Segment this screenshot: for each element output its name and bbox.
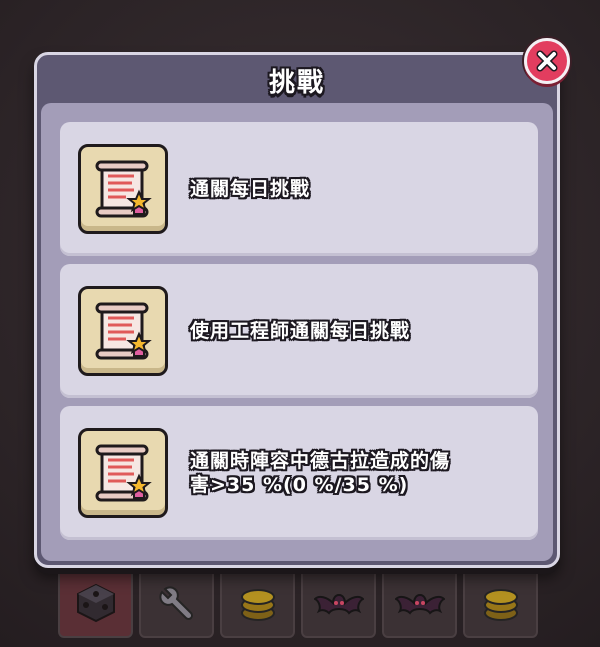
task-label: 通關時陣容中德古拉造成的傷 害>35 %(0 %/35 %)	[190, 450, 451, 496]
background-slot	[58, 568, 133, 638]
modal-title: 挑戰	[268, 67, 325, 98]
task-card: 通關時陣容中德古拉造成的傷 害>35 %(0 %/35 %)	[60, 406, 538, 540]
close-x-icon	[536, 50, 558, 72]
task-card: 通關每日挑戰	[60, 122, 538, 256]
background-slot	[220, 568, 295, 638]
scroll-star-icon	[95, 302, 152, 360]
dice-icon	[76, 583, 115, 623]
bat-icon	[394, 593, 445, 615]
wrench-icon	[158, 586, 193, 621]
background-item-bar	[58, 568, 538, 638]
background-slot	[382, 568, 457, 638]
bat-icon	[313, 593, 364, 615]
modal-header: 挑戰	[37, 55, 557, 105]
background-slot	[463, 568, 538, 638]
coin-stack-icon	[240, 589, 275, 621]
close-button[interactable]	[524, 38, 570, 84]
coin-stack-icon	[483, 589, 518, 621]
task-card: 使用工程師通關每日挑戰	[60, 264, 538, 398]
background-slot	[301, 568, 376, 638]
task-icon-frame	[78, 428, 168, 518]
task-label: 通關每日挑戰	[190, 178, 311, 200]
task-icon-frame	[78, 144, 168, 234]
task-label: 使用工程師通關每日挑戰	[190, 320, 411, 342]
task-icon-frame	[78, 286, 168, 376]
scroll-star-icon	[95, 444, 152, 502]
background-slot	[139, 568, 214, 638]
scroll-star-icon	[95, 160, 152, 218]
